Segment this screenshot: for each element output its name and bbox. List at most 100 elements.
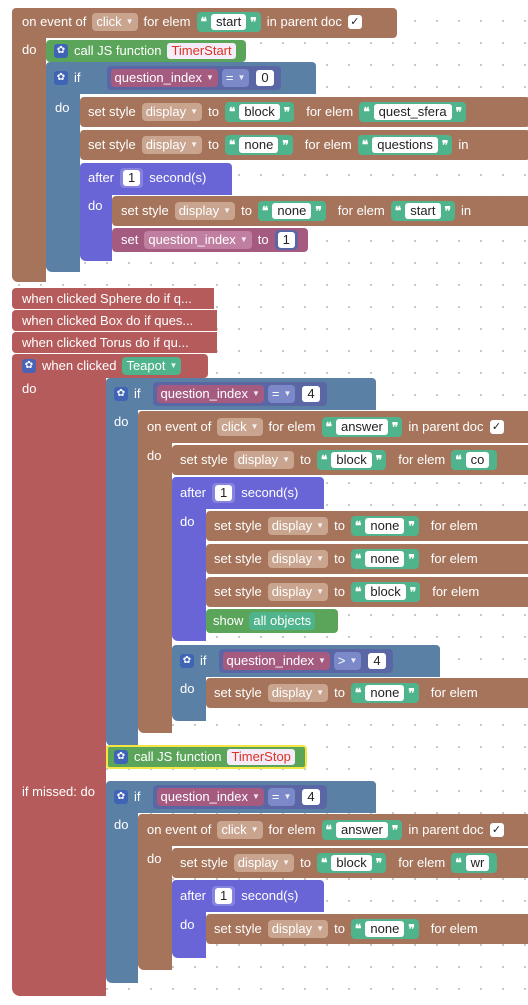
event-type-dropdown[interactable]: click ▼ — [217, 821, 263, 839]
do-label: do — [114, 817, 129, 832]
fn-name-timerstop[interactable]: TimerStop — [227, 749, 295, 765]
on-event-label: on event of — [147, 822, 212, 837]
for-elem-label: for elem — [337, 203, 385, 218]
style-prop-dropdown[interactable]: display ▼ — [141, 136, 203, 154]
elem-start-string[interactable]: ❝ start ❞ — [196, 12, 261, 32]
do-label: do — [147, 851, 162, 866]
seconds-label: second(s) — [149, 170, 207, 185]
gear-icon[interactable]: ✿ — [180, 654, 194, 668]
to-label: to — [241, 203, 252, 218]
style-prop-dropdown[interactable]: display ▼ — [233, 451, 295, 469]
num-one[interactable]: 1 — [215, 485, 233, 501]
set-label: set — [121, 232, 139, 247]
event-type-dropdown[interactable]: click ▼ — [217, 418, 263, 436]
elem-co-string[interactable]: ❝ co — [451, 450, 498, 470]
elem-answer-string[interactable]: ❝ answer ❞ — [321, 417, 403, 437]
value-none-string[interactable]: ❝ none ❞ — [224, 135, 293, 155]
value-none-string[interactable]: ❝ none ❞ — [257, 201, 326, 221]
style-prop-dropdown[interactable]: display ▼ — [233, 854, 295, 872]
value-block-string[interactable]: ❝ block ❞ — [316, 450, 387, 470]
var-question-index[interactable]: question_index ▼ — [156, 385, 264, 403]
set-style-label: set style — [88, 104, 136, 119]
style-prop-dropdown[interactable]: display ▼ — [267, 684, 329, 702]
var-question-index[interactable]: question_index ▼ — [110, 69, 218, 87]
elem-quest-sfera-string[interactable]: ❝ quest_sfera ❞ — [359, 102, 467, 122]
to-label: to — [334, 685, 345, 700]
style-prop-dropdown[interactable]: display ▼ — [267, 550, 329, 568]
object-dropdown-teapot[interactable]: Teapot ▼ — [122, 357, 182, 375]
style-prop-dropdown[interactable]: display ▼ — [174, 202, 236, 220]
num-zero[interactable]: 0 — [256, 70, 274, 86]
set-style-label: set style — [214, 584, 262, 599]
set-style-label: set style — [214, 921, 262, 936]
var-question-index[interactable]: question_index ▼ — [156, 788, 264, 806]
show-label: show — [213, 613, 244, 628]
all-objects-value[interactable]: all objects — [249, 612, 316, 630]
for-elem-label: for elem — [268, 419, 316, 434]
value-block-string[interactable]: ❝ block ❞ — [350, 582, 421, 602]
for-elem-label: for elem — [398, 855, 446, 870]
event-block-body — [138, 441, 172, 733]
num-one[interactable]: 1 — [123, 170, 141, 186]
op-eq-dropdown[interactable]: = ▼ — [221, 69, 250, 87]
elem-start-string[interactable]: ❝ start ❞ — [390, 201, 455, 221]
set-style-label: set style — [180, 855, 228, 870]
style-prop-dropdown[interactable]: display ▼ — [267, 517, 329, 535]
if-label: if — [134, 789, 141, 804]
num-one[interactable]: 1 — [215, 888, 233, 904]
on-event-label: on event of — [22, 14, 87, 29]
for-elem-label: for elem — [143, 14, 191, 29]
in-parent-checkbox[interactable]: ✓ — [489, 420, 504, 434]
num-one[interactable]: 1 — [277, 232, 295, 248]
do-label: do — [55, 100, 70, 115]
if-block-body — [106, 408, 138, 746]
gear-icon[interactable]: ✿ — [114, 790, 128, 804]
elem-answer-string[interactable]: ❝ answer ❞ — [321, 820, 403, 840]
collapsed-label-box: when clicked Box do if ques... — [22, 313, 194, 328]
if-block-body — [46, 92, 80, 272]
gear-icon[interactable]: ✿ — [22, 359, 36, 373]
do-label: do — [114, 414, 129, 429]
if-label: if — [200, 653, 207, 668]
value-none-string[interactable]: ❝ none ❞ — [350, 516, 419, 536]
to-label: to — [208, 104, 219, 119]
op-gt-dropdown[interactable]: > ▼ — [333, 652, 362, 670]
in-parent-checkbox[interactable]: ✓ — [347, 15, 362, 29]
value-block-string[interactable]: ❝ block ❞ — [224, 102, 295, 122]
num-four[interactable]: 4 — [302, 789, 320, 805]
to-label: to — [334, 584, 345, 599]
gear-icon[interactable]: ✿ — [54, 71, 68, 85]
style-prop-dropdown[interactable]: display ▼ — [267, 583, 329, 601]
call-js-label: call JS function — [134, 749, 222, 764]
do-label: do — [147, 448, 162, 463]
op-eq-dropdown[interactable]: = ▼ — [267, 385, 296, 403]
in-parent-doc-label: in parent doc — [266, 14, 342, 29]
gear-icon[interactable]: ✿ — [114, 387, 128, 401]
style-prop-dropdown[interactable]: display ▼ — [267, 920, 329, 938]
set-style-label: set style — [214, 518, 262, 533]
value-block-string[interactable]: ❝ block ❞ — [316, 853, 387, 873]
var-question-index[interactable]: question_index ▼ — [144, 231, 252, 249]
event-type-dropdown[interactable]: click ▼ — [92, 13, 138, 31]
value-none-string[interactable]: ❝ none ❞ — [350, 919, 419, 939]
for-elem-label: for elem — [304, 137, 352, 152]
elem-wr-string[interactable]: ❝ wr — [451, 853, 498, 873]
var-question-index[interactable]: question_index ▼ — [222, 652, 330, 670]
num-four[interactable]: 4 — [302, 386, 320, 402]
gear-icon[interactable]: ✿ — [54, 44, 68, 58]
set-style-label: set style — [214, 551, 262, 566]
seconds-label: second(s) — [241, 485, 299, 500]
num-four[interactable]: 4 — [368, 653, 386, 669]
value-none-string[interactable]: ❝ none ❞ — [350, 549, 419, 569]
style-prop-dropdown[interactable]: display ▼ — [141, 103, 203, 121]
for-elem-label: for elem — [306, 104, 354, 119]
elem-questions-string[interactable]: ❝ questions ❞ — [357, 135, 453, 155]
in-parent-checkbox[interactable]: ✓ — [489, 823, 504, 837]
when-clicked-label: when clicked — [42, 358, 117, 373]
op-eq-dropdown[interactable]: = ▼ — [267, 788, 296, 806]
value-none-string[interactable]: ❝ none ❞ — [350, 683, 419, 703]
fn-name-timerstart[interactable]: TimerStart — [167, 43, 236, 59]
after-label: after — [180, 485, 207, 500]
set-style-label: set style — [214, 685, 262, 700]
gear-icon[interactable]: ✿ — [114, 750, 128, 764]
